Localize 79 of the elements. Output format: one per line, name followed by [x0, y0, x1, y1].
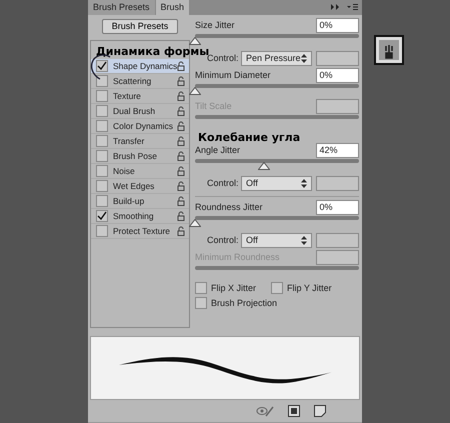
tab[interactable]: Brush Presets	[88, 0, 155, 15]
control-dropdown[interactable]: Pen Pressure	[241, 50, 312, 66]
control-dropdown[interactable]: Off	[241, 232, 312, 248]
option-item[interactable]: Noise	[91, 164, 189, 179]
checkbox-label: Brush Projection	[211, 298, 278, 308]
value-field[interactable]	[316, 232, 359, 248]
setting-label: Minimum Diameter	[195, 70, 271, 80]
slider-thumb[interactable]	[189, 36, 201, 45]
grid-icon[interactable]	[288, 405, 300, 418]
value-field[interactable]	[316, 50, 359, 66]
lock-icon[interactable]	[177, 166, 185, 176]
value-field[interactable]	[316, 98, 359, 114]
lock-icon[interactable]	[177, 90, 185, 101]
option-item[interactable]: Shape Dynamics	[91, 58, 189, 74]
new-preset-icon[interactable]	[314, 405, 326, 418]
checkbox[interactable]	[96, 194, 108, 207]
lock-icon[interactable]	[177, 60, 186, 71]
updown-icon	[300, 236, 307, 245]
slider-thumb[interactable]	[189, 218, 201, 227]
option-item[interactable]: Brush Pose	[91, 148, 189, 164]
checkbox[interactable]	[96, 120, 108, 132]
setting-label: Roundness Jitter	[195, 202, 263, 212]
tab[interactable]: Brush	[156, 0, 190, 15]
slider-thumb[interactable]	[189, 86, 201, 95]
checkbox-label: Flip Y Jitter	[287, 283, 332, 294]
brush-presets-button[interactable]: Brush Presets	[102, 18, 178, 34]
updown-icon	[300, 178, 307, 188]
checkbox[interactable]	[96, 74, 108, 87]
lock-icon[interactable]	[177, 210, 185, 221]
lock-icon[interactable]	[177, 120, 185, 131]
setting-label: Size Jitter	[195, 20, 235, 30]
checkbox[interactable]	[96, 210, 108, 222]
lock-icon[interactable]	[177, 76, 185, 86]
expand-icon[interactable]	[330, 3, 342, 12]
checkbox[interactable]	[96, 164, 108, 177]
checkbox[interactable]	[96, 104, 108, 117]
option-item[interactable]: Scattering	[91, 74, 189, 89]
value-field[interactable]: 42%	[316, 142, 359, 158]
option-item[interactable]: Wet Edges	[91, 178, 189, 194]
checkbox[interactable]	[96, 90, 108, 102]
value-field[interactable]: 0%	[316, 68, 359, 83]
option-item[interactable]: Protect Texture	[91, 224, 189, 239]
checkbox[interactable]	[195, 282, 207, 294]
control-dropdown[interactable]: Off	[241, 176, 312, 191]
annotation-text: Динамика формы	[96, 45, 210, 58]
brush-panel-toggle[interactable]	[374, 35, 404, 65]
updown-icon	[300, 54, 307, 63]
control-label: Control:	[207, 178, 237, 188]
eye-brush-icon[interactable]	[256, 405, 274, 418]
checkbox[interactable]	[96, 180, 108, 192]
setting-label: Angle Jitter	[195, 145, 240, 156]
checkbox-label: Flip X Jitter	[211, 283, 256, 294]
annotation-text: Колебание угла	[198, 131, 300, 144]
menu-icon[interactable]	[346, 3, 358, 12]
value-field[interactable]: 0%	[316, 200, 359, 215]
checkbox[interactable]	[96, 150, 108, 162]
lock-icon[interactable]	[177, 196, 185, 206]
value-field[interactable]	[316, 176, 359, 191]
checkbox[interactable]	[96, 224, 108, 237]
control-label: Control:	[207, 53, 237, 64]
lock-icon[interactable]	[177, 150, 185, 161]
option-item[interactable]: Build-up	[91, 194, 189, 209]
brush-icon	[379, 40, 399, 60]
option-item[interactable]: Texture	[91, 88, 189, 104]
lock-icon[interactable]	[177, 226, 185, 236]
option-item[interactable]: Color Dynamics	[91, 118, 189, 134]
option-item[interactable]: Smoothing	[91, 208, 189, 224]
lock-icon[interactable]	[177, 106, 185, 116]
option-item[interactable]: Transfer	[91, 134, 189, 149]
lock-icon[interactable]	[177, 136, 185, 146]
checkbox[interactable]	[96, 134, 108, 147]
value-field[interactable]: 0%	[316, 18, 359, 33]
value-field[interactable]	[316, 250, 359, 265]
lock-icon[interactable]	[177, 180, 185, 191]
checkbox[interactable]	[271, 282, 283, 294]
control-label: Control:	[207, 235, 237, 246]
option-item[interactable]: Dual Brush	[91, 104, 189, 119]
checkbox[interactable]	[96, 60, 108, 72]
checkbox[interactable]	[195, 297, 207, 310]
